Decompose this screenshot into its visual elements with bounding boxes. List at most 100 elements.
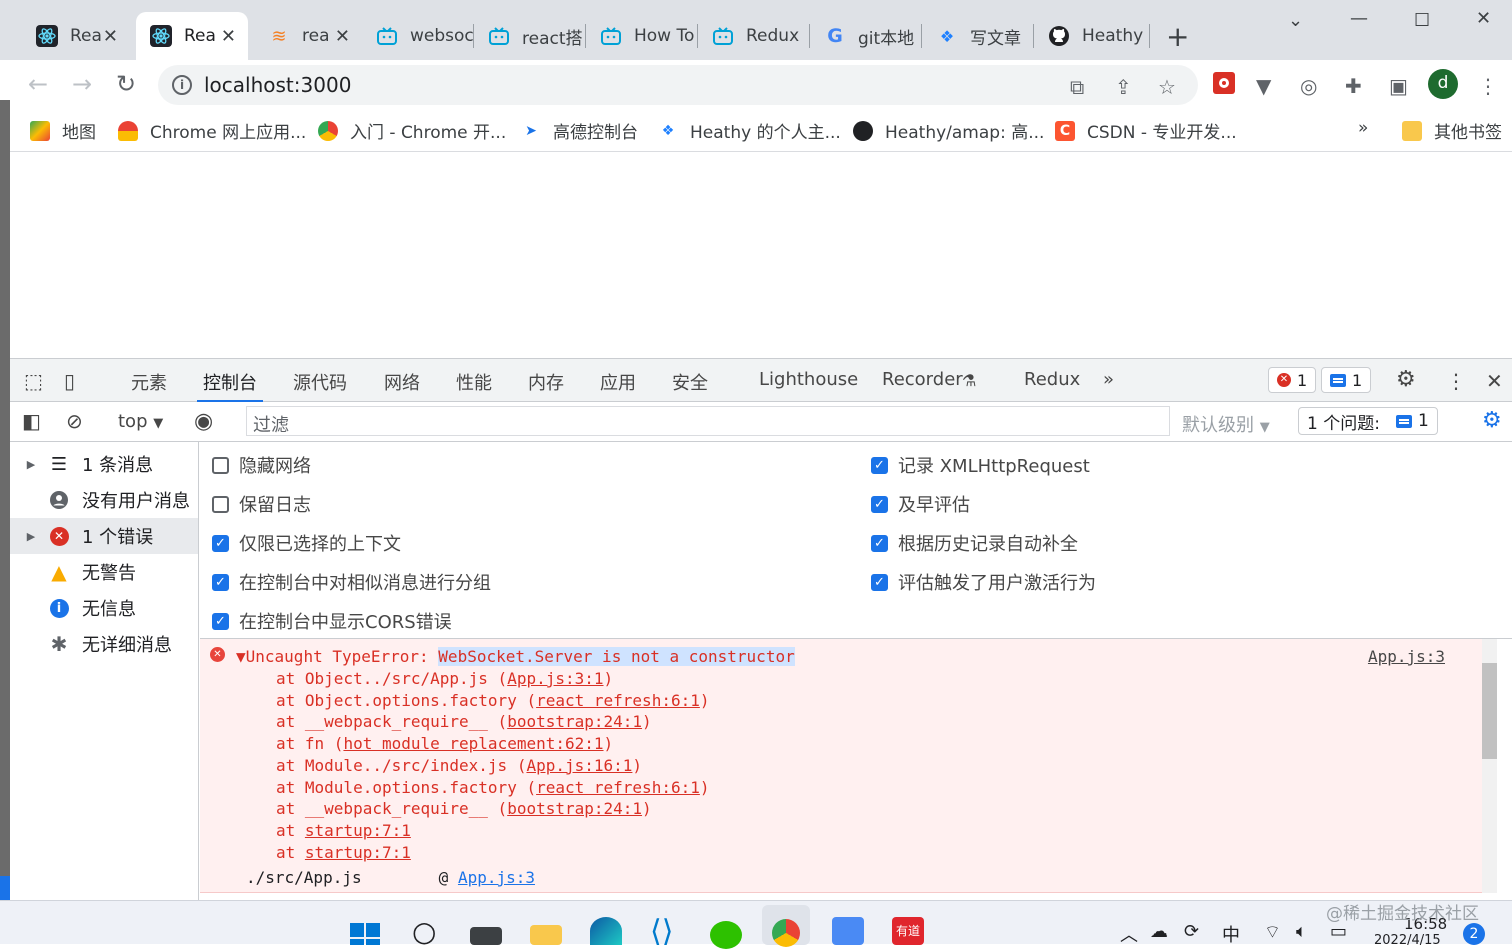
battery-icon[interactable]: ▭: [1330, 921, 1347, 942]
tab-elements[interactable]: 元素: [131, 369, 167, 395]
new-tab-button[interactable]: +: [1166, 20, 1189, 53]
context-selector[interactable]: top ▼: [118, 411, 163, 432]
stack-frame-link[interactable]: react refresh:6:1: [536, 691, 700, 710]
more-options-icon[interactable]: ⋮: [1446, 369, 1466, 393]
task-view-icon[interactable]: [470, 927, 502, 945]
translate-icon[interactable]: ⧉: [1070, 75, 1084, 99]
bookmark-item[interactable]: 入门 - Chrome 开...: [318, 118, 506, 143]
other-bookmarks[interactable]: 其他书签: [1402, 118, 1502, 143]
extensions-puzzle-icon[interactable]: ✚: [1345, 74, 1362, 98]
browser-tab[interactable]: ❖ 写文章: [922, 12, 1034, 60]
stack-frame-link[interactable]: react refresh:6:1: [536, 778, 700, 797]
clear-console-icon[interactable]: ⊘: [66, 409, 83, 433]
vscode-icon[interactable]: ⟨⟩: [650, 917, 682, 947]
close-devtools-icon[interactable]: ✕: [1486, 369, 1503, 393]
console-settings-gear-icon[interactable]: ⚙: [1482, 408, 1502, 433]
checkbox-checked[interactable]: ✓: [212, 534, 229, 552]
settings-gear-icon[interactable]: ⚙: [1396, 367, 1416, 392]
bookmark-item[interactable]: ➤ 高德控制台: [521, 118, 638, 144]
inspect-element-icon[interactable]: ⬚: [24, 369, 43, 393]
bookmarks-overflow-button[interactable]: »: [1358, 118, 1368, 138]
source-link[interactable]: App.js:3: [1368, 647, 1445, 666]
browser-tab[interactable]: Heathy: [1034, 12, 1150, 60]
reload-button[interactable]: ↻: [116, 70, 136, 98]
extension-icon[interactable]: ◎: [1300, 74, 1317, 98]
more-tabs-button[interactable]: »: [1103, 369, 1114, 390]
show-hidden-icons-chevron-icon[interactable]: ︿: [1120, 921, 1138, 947]
volume-icon[interactable]: 🔈︎: [1296, 921, 1307, 942]
device-toolbar-icon[interactable]: ▯: [64, 369, 75, 393]
setting-cors-errors[interactable]: ✓ 在控制台中显示CORS错误: [212, 608, 452, 634]
forward-button[interactable]: →: [72, 70, 92, 98]
maximize-button[interactable]: ☐: [1414, 10, 1430, 31]
edge-icon[interactable]: [590, 917, 622, 945]
checkbox-checked[interactable]: ✓: [871, 495, 888, 513]
stack-frame-link[interactable]: bootstrap:24:1: [507, 799, 642, 818]
file-explorer-icon[interactable]: [530, 925, 562, 945]
setting-group-similar[interactable]: ✓ 在控制台中对相似消息进行分组: [212, 569, 491, 595]
scrollbar-thumb[interactable]: [1482, 663, 1497, 759]
tab-redux[interactable]: Redux: [1024, 369, 1080, 390]
ime-indicator[interactable]: 中: [1222, 921, 1240, 947]
log-level-selector[interactable]: 默认级别 ▼: [1182, 411, 1270, 437]
bookmark-item[interactable]: C CSDN - 专业开发...: [1055, 118, 1237, 143]
avatar[interactable]: d: [1428, 69, 1458, 99]
windows-start-icon[interactable]: [350, 917, 382, 945]
error-headline[interactable]: ▼Uncaught TypeError: WebSocket.Server is…: [236, 647, 795, 666]
vue-devtools-icon[interactable]: ▼: [1256, 74, 1271, 98]
bookmark-star-icon[interactable]: ☆: [1158, 75, 1176, 99]
extension-red-icon[interactable]: [1213, 72, 1235, 99]
close-tab-icon[interactable]: ✕: [335, 26, 350, 47]
checkbox-checked[interactable]: ✓: [212, 573, 229, 591]
browser-tab-active[interactable]: Rea ✕: [136, 12, 248, 60]
stack-frame-link[interactable]: bootstrap:24:1: [507, 712, 642, 731]
share-icon[interactable]: ⇪: [1115, 75, 1132, 99]
setting-selected-context[interactable]: ✓ 仅限已选择的上下文: [212, 530, 401, 556]
setting-autocomplete[interactable]: ✓ 根据历史记录自动补全: [871, 530, 1078, 556]
expand-arrow-icon[interactable]: ▶: [20, 458, 42, 471]
stack-frame-link[interactable]: startup:7:1: [305, 843, 411, 862]
checkbox[interactable]: [212, 456, 229, 474]
onedrive-cloud-icon[interactable]: ☁: [1150, 921, 1168, 942]
checkbox-checked[interactable]: ✓: [871, 534, 888, 552]
sync-icon[interactable]: ⟳: [1184, 921, 1199, 942]
stack-frame-link[interactable]: App.js:16:1: [526, 756, 632, 775]
tab-console[interactable]: 控制台: [197, 369, 263, 402]
checkbox[interactable]: [212, 495, 229, 513]
close-window-button[interactable]: ✕: [1476, 8, 1491, 29]
setting-log-xhr[interactable]: ✓ 记录 XMLHttpRequest: [871, 452, 1090, 478]
tab-security[interactable]: 安全: [672, 369, 708, 395]
sidebar-item-errors[interactable]: ▶ ✕ 1 个错误: [10, 518, 198, 554]
sidebar-toggle-icon[interactable]: ◧: [22, 409, 41, 433]
browser-tab[interactable]: websoc: [362, 12, 474, 60]
tab-performance[interactable]: 性能: [456, 369, 492, 395]
youdao-icon[interactable]: 有道: [892, 917, 924, 945]
side-panel-icon[interactable]: ▣: [1389, 74, 1408, 98]
setting-hide-network[interactable]: 隐藏网络: [212, 452, 311, 478]
footer-source-link[interactable]: App.js:3: [458, 868, 535, 887]
browser-tab[interactable]: react搭: [474, 12, 586, 60]
browser-tab[interactable]: How To: [586, 12, 698, 60]
minimize-button[interactable]: —: [1350, 8, 1368, 29]
chrome-taskbar-button[interactable]: [762, 905, 810, 947]
tab-search-icon[interactable]: ⌄: [1288, 10, 1303, 31]
issues-button[interactable]: 1 个问题: 1: [1298, 407, 1438, 435]
sidebar-item-info[interactable]: i 无信息: [10, 590, 198, 626]
notepad-icon[interactable]: [832, 917, 864, 945]
stack-frame-link[interactable]: hot module replacement:62:1: [343, 734, 603, 753]
back-button[interactable]: ←: [28, 70, 48, 98]
search-icon[interactable]: ○: [412, 917, 444, 947]
wifi-icon[interactable]: ⌔: [1264, 921, 1281, 944]
stack-frame-link[interactable]: App.js:3:1: [507, 669, 603, 688]
expand-arrow-icon[interactable]: ▶: [20, 530, 42, 543]
sidebar-item-warnings[interactable]: ▲ 无警告: [10, 554, 198, 590]
tab-memory[interactable]: 内存: [528, 369, 564, 395]
checkbox-checked[interactable]: ✓: [871, 456, 888, 474]
notification-badge[interactable]: 2: [1463, 923, 1485, 945]
bookmark-item[interactable]: ❖ Heathy 的个人主...: [658, 118, 841, 144]
close-tab-icon[interactable]: ✕: [220, 25, 236, 47]
tab-network[interactable]: 网络: [384, 369, 420, 395]
filter-input[interactable]: 过滤: [246, 406, 1170, 436]
bookmark-item[interactable]: Heathy/amap: 高...: [853, 118, 1044, 143]
browser-tab[interactable]: Redux: [698, 12, 810, 60]
